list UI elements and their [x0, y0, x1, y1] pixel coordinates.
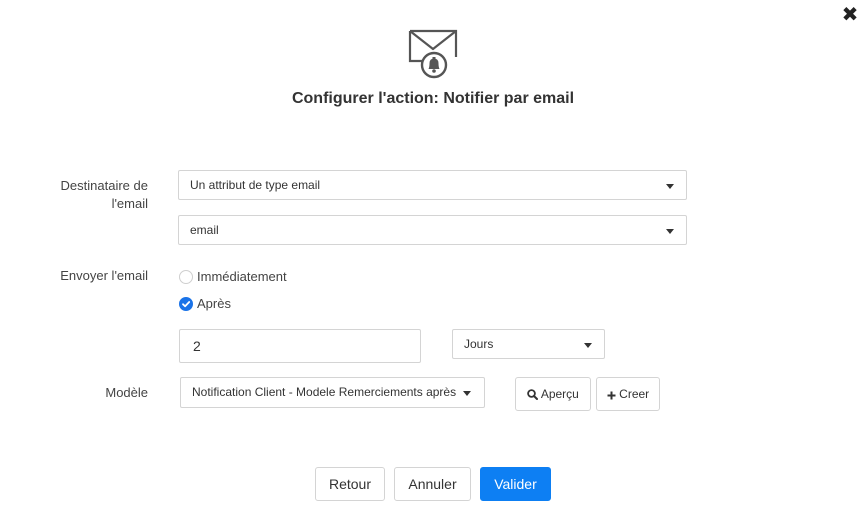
dialog-title: Configurer l'action: Notifier par email: [291, 90, 575, 107]
send-label: Envoyer l'email: [60, 268, 148, 283]
radio-immediate[interactable]: Immédiatement: [179, 269, 339, 286]
back-button[interactable]: Retour: [315, 467, 385, 501]
create-button[interactable]: Creer: [596, 377, 660, 411]
radio-after[interactable]: Après: [179, 296, 339, 313]
recipient-attribute-value: email: [190, 223, 219, 237]
chevron-down-icon: [584, 343, 592, 348]
radio-immediate-label: Immédiatement: [197, 269, 287, 284]
recipient-label: Destinataire de l'email: [20, 177, 148, 213]
template-select[interactable]: Notification Client - Modele Remerciemen…: [180, 377, 485, 408]
submit-button[interactable]: Valider: [480, 467, 551, 501]
create-button-label: Creer: [619, 387, 650, 401]
delay-input[interactable]: 2: [179, 329, 421, 363]
radio-unchecked-icon: [179, 270, 193, 284]
radio-after-label: Après: [197, 296, 231, 311]
cancel-button[interactable]: Annuler: [394, 467, 471, 501]
email-bell-icon: [407, 28, 459, 80]
recipient-label-line2: l'email: [111, 196, 148, 211]
preview-button-label: Aperçu: [540, 387, 579, 401]
delay-unit-select[interactable]: Jours: [452, 329, 605, 359]
search-icon: [527, 387, 541, 401]
preview-button[interactable]: Aperçu: [515, 377, 591, 411]
chevron-down-icon: [666, 184, 674, 189]
plus-icon: [607, 387, 619, 401]
template-select-value: Notification Client - Modele Remerciemen…: [192, 385, 457, 399]
chevron-down-icon: [666, 229, 674, 234]
template-label: Modèle: [105, 385, 148, 400]
delay-unit-value: Jours: [464, 337, 494, 351]
recipient-type-value: Un attribut de type email: [190, 178, 321, 192]
recipient-attribute-select[interactable]: email: [178, 215, 687, 245]
close-icon[interactable]: ✖: [841, 5, 859, 25]
recipient-label-line1: Destinataire de: [60, 178, 148, 193]
radio-checked-icon: [179, 297, 193, 311]
chevron-down-icon: [463, 391, 471, 396]
recipient-type-select[interactable]: Un attribut de type email: [178, 170, 687, 200]
